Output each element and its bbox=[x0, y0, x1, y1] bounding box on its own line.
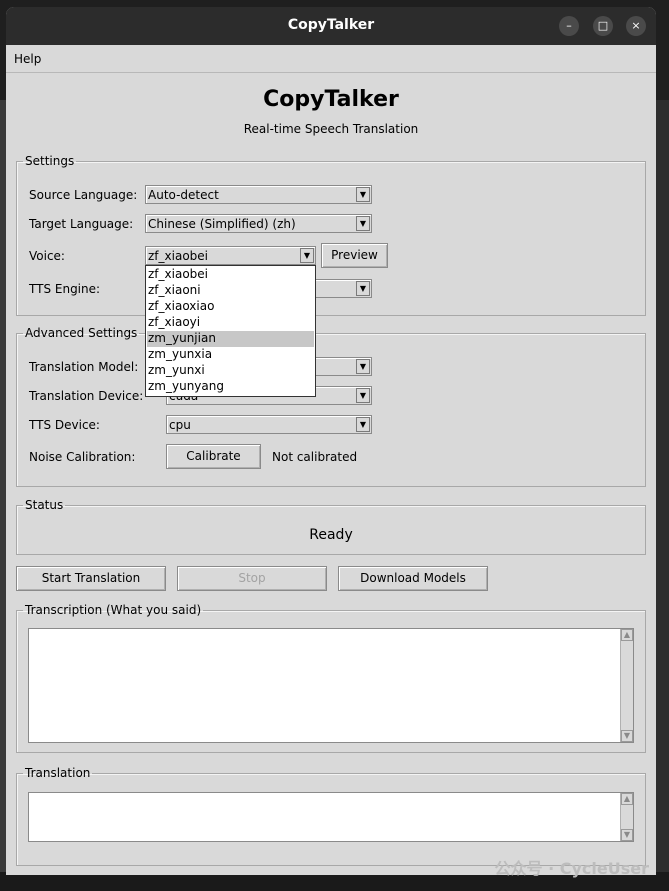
scroll-down-icon[interactable]: ▼ bbox=[621, 829, 633, 841]
calibration-status: Not calibrated bbox=[272, 450, 358, 464]
translation-textarea[interactable]: ▲ ▼ bbox=[28, 792, 634, 842]
settings-legend: Settings bbox=[25, 154, 75, 168]
source-language-value: Auto-detect bbox=[148, 188, 219, 202]
transcription-legend: Transcription (What you said) bbox=[25, 603, 202, 617]
maximize-button[interactable]: □ bbox=[593, 16, 613, 36]
voice-option[interactable]: zm_yunyang bbox=[147, 379, 314, 395]
voice-option[interactable]: zf_xiaobei bbox=[147, 267, 314, 283]
translation-device-label: Translation Device: bbox=[29, 389, 144, 403]
stop-button[interactable]: Stop bbox=[177, 566, 327, 591]
scroll-up-icon[interactable]: ▲ bbox=[621, 629, 633, 641]
menu-help[interactable]: Help bbox=[14, 52, 41, 66]
voice-option[interactable]: zf_xiaoxiao bbox=[147, 299, 314, 315]
chevron-down-icon[interactable]: ▼ bbox=[356, 187, 370, 202]
minimize-button[interactable]: – bbox=[559, 16, 579, 36]
status-text: Ready bbox=[309, 527, 353, 543]
target-language-label: Target Language: bbox=[29, 217, 134, 231]
voice-option[interactable]: zm_yunxi bbox=[147, 363, 314, 379]
app-title: CopyTalker bbox=[263, 87, 399, 112]
tts-device-value: cpu bbox=[169, 418, 191, 432]
background-window-right bbox=[656, 100, 669, 891]
voice-dropdown-list[interactable]: zf_xiaobei zf_xiaoni zf_xiaoxiao zf_xiao… bbox=[145, 265, 316, 397]
scroll-down-icon[interactable]: ▼ bbox=[621, 730, 633, 742]
menu-bar: Help bbox=[6, 45, 656, 73]
scroll-up-icon[interactable]: ▲ bbox=[621, 793, 633, 805]
watermark: 公众号 · CycleUser bbox=[494, 859, 649, 878]
source-language-label: Source Language: bbox=[29, 188, 138, 202]
translation-model-label: Translation Model: bbox=[29, 360, 139, 374]
advanced-settings-legend: Advanced Settings bbox=[25, 326, 138, 340]
voice-option-highlighted[interactable]: zm_yunjian bbox=[147, 331, 314, 347]
app-window: CopyTalker – □ × Help CopyTalker Real-ti… bbox=[6, 7, 656, 875]
tts-engine-label: TTS Engine: bbox=[29, 282, 101, 296]
download-models-button[interactable]: Download Models bbox=[338, 566, 488, 591]
voice-label: Voice: bbox=[29, 249, 65, 263]
transcription-textarea[interactable]: ▲ ▼ bbox=[28, 628, 634, 743]
voice-value: zf_xiaobei bbox=[148, 249, 208, 263]
app-subtitle: Real-time Speech Translation bbox=[243, 122, 419, 136]
source-language-select[interactable]: Auto-detect ▼ bbox=[145, 185, 372, 204]
close-button[interactable]: × bbox=[626, 16, 646, 36]
chevron-down-icon[interactable]: ▼ bbox=[356, 359, 370, 374]
target-language-value: Chinese (Simplified) (zh) bbox=[148, 217, 296, 231]
target-language-select[interactable]: Chinese (Simplified) (zh) ▼ bbox=[145, 214, 372, 233]
chevron-down-icon[interactable]: ▼ bbox=[300, 248, 314, 263]
chevron-down-icon[interactable]: ▼ bbox=[356, 216, 370, 231]
status-legend: Status bbox=[25, 498, 64, 512]
voice-option[interactable]: zm_yunxia bbox=[147, 347, 314, 363]
preview-button[interactable]: Preview bbox=[321, 243, 388, 268]
tts-device-label: TTS Device: bbox=[29, 418, 100, 432]
voice-option[interactable]: zf_xiaoyi bbox=[147, 315, 314, 331]
chevron-down-icon[interactable]: ▼ bbox=[356, 417, 370, 432]
voice-select[interactable]: zf_xiaobei ▼ bbox=[145, 246, 316, 265]
chevron-down-icon[interactable]: ▼ bbox=[356, 388, 370, 403]
calibrate-button[interactable]: Calibrate bbox=[166, 444, 261, 469]
transcription-scrollbar[interactable]: ▲ ▼ bbox=[620, 629, 633, 742]
tts-device-select[interactable]: cpu ▼ bbox=[166, 415, 372, 434]
translation-legend: Translation bbox=[25, 766, 91, 780]
start-translation-button[interactable]: Start Translation bbox=[16, 566, 166, 591]
title-bar[interactable]: CopyTalker – □ × bbox=[6, 7, 656, 45]
translation-scrollbar[interactable]: ▲ ▼ bbox=[620, 793, 633, 841]
voice-option[interactable]: zf_xiaoni bbox=[147, 283, 314, 299]
chevron-down-icon[interactable]: ▼ bbox=[356, 281, 370, 296]
noise-calibration-label: Noise Calibration: bbox=[29, 450, 136, 464]
